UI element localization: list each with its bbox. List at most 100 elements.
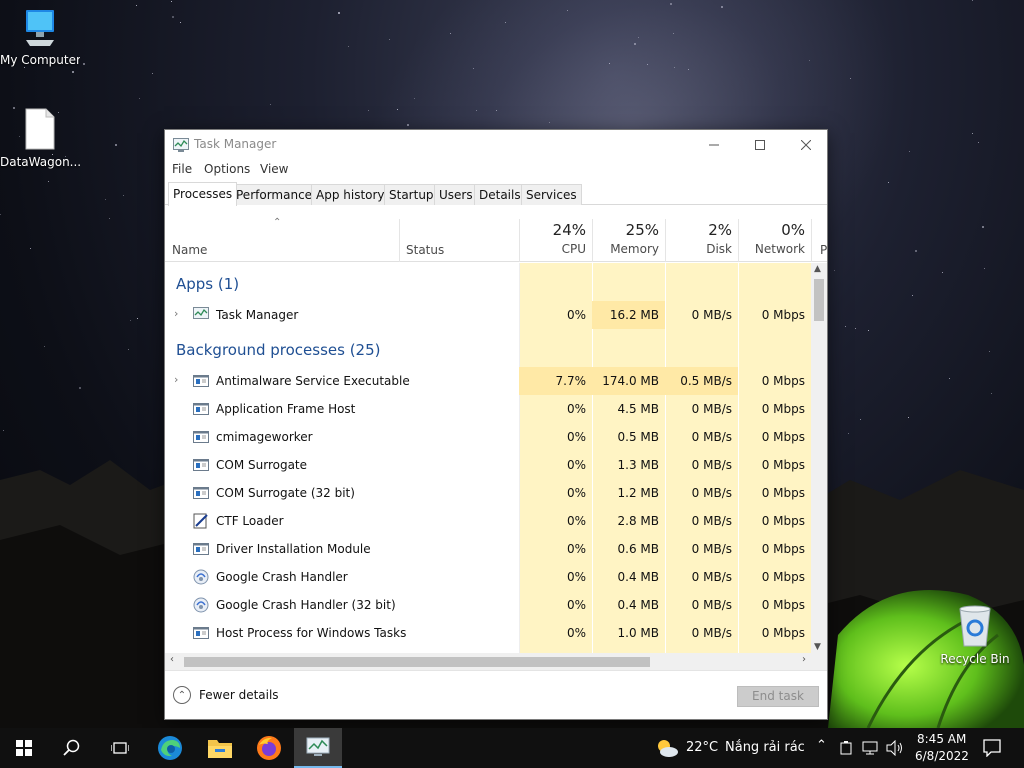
process-row[interactable]: Driver Installation Module 0% 0.6 MB 0 MB/s… xyxy=(165,535,811,563)
task-manager-taskbar-button[interactable] xyxy=(294,728,342,768)
process-row[interactable]: › Task Manager 0% 16.2 MB 0 MB/s 0 Mbps xyxy=(165,301,811,329)
star xyxy=(982,226,984,228)
scroll-left-icon[interactable]: ‹ xyxy=(170,654,174,665)
process-row[interactable]: Google Crash Handler (32 bit) 0% 0.4 MB 0 M… xyxy=(165,591,811,619)
sort-up-icon[interactable]: ⌃ xyxy=(273,217,281,228)
process-cpu: 0% xyxy=(566,626,586,640)
end-task-button[interactable]: End task xyxy=(737,686,819,707)
scroll-up-icon[interactable]: ▲ xyxy=(814,264,821,274)
process-row[interactable]: › Antimalware Service Executable 7.7% 174.0… xyxy=(165,367,811,395)
star xyxy=(348,46,349,47)
tab-details[interactable]: Details xyxy=(474,184,526,205)
desktop-icon-label: Recycle Bin xyxy=(940,652,1010,666)
pen-icon xyxy=(193,513,209,529)
desktop-icon-datawagon[interactable]: DataWagon... xyxy=(0,108,80,169)
close-button[interactable] xyxy=(783,130,829,159)
process-row[interactable]: COM Surrogate (32 bit) 0% 1.2 MB 0 MB/s 0 Mb… xyxy=(165,479,811,507)
column-status-label: Status xyxy=(406,243,445,257)
process-network: 0 Mbps xyxy=(761,374,805,388)
weather-temp[interactable]: 22°C xyxy=(686,740,718,755)
column-disk[interactable]: 2% Disk xyxy=(665,219,738,262)
task-view-button[interactable] xyxy=(96,728,144,768)
edge-button[interactable] xyxy=(146,728,194,768)
vertical-scroll-thumb[interactable] xyxy=(814,279,824,321)
column-name[interactable]: Name xyxy=(172,243,207,257)
process-row[interactable]: Host Process for Windows Tasks 0% 1.0 MB 0 … xyxy=(165,619,811,647)
star xyxy=(888,182,889,183)
menu-file[interactable]: File xyxy=(172,162,192,176)
battery-icon[interactable] xyxy=(840,741,852,755)
star xyxy=(989,351,990,352)
star xyxy=(473,68,474,69)
tab-services[interactable]: Services xyxy=(521,184,582,205)
start-button[interactable] xyxy=(0,728,48,768)
file-explorer-button[interactable] xyxy=(196,728,244,768)
scroll-down-icon[interactable]: ▼ xyxy=(814,642,821,652)
horizontal-scrollbar[interactable]: ‹ › xyxy=(165,653,811,670)
process-name: Task Manager xyxy=(216,308,299,322)
star xyxy=(338,12,340,14)
process-row[interactable]: Google Crash Handler 0% 0.4 MB 0 MB/s 0 Mbps xyxy=(165,563,811,591)
star xyxy=(908,417,909,418)
horizontal-scroll-thumb[interactable] xyxy=(184,657,650,667)
process-name: Antimalware Service Executable xyxy=(216,374,410,388)
edge-icon xyxy=(158,736,182,760)
clock-date[interactable]: 6/8/2022 xyxy=(915,749,969,763)
group-background[interactable]: Background processes (25) xyxy=(176,341,381,359)
recycle-bin-icon xyxy=(959,605,991,647)
chevron-right-icon[interactable]: › xyxy=(174,373,178,386)
column-power-partial[interactable]: P xyxy=(811,219,827,262)
memory-label: Memory xyxy=(610,242,659,256)
volume-icon[interactable] xyxy=(886,740,904,756)
service-icon xyxy=(193,485,209,501)
process-name: CTF Loader xyxy=(216,514,284,528)
process-row[interactable]: Application Frame Host 0% 4.5 MB 0 MB/s 0 Mb… xyxy=(165,395,811,423)
fewer-details-button[interactable]: ⌃ Fewer details xyxy=(173,686,279,704)
title-bar[interactable]: Task Manager xyxy=(165,130,827,159)
group-apps[interactable]: Apps (1) xyxy=(176,275,239,293)
tab-performance[interactable]: Performance xyxy=(231,184,318,205)
column-network[interactable]: 0% Network xyxy=(738,219,811,262)
process-row[interactable]: COM Surrogate 0% 1.3 MB 0 MB/s 0 Mbps xyxy=(165,451,811,479)
star xyxy=(30,248,31,249)
tab-app-history[interactable]: App history xyxy=(311,184,390,205)
column-cpu[interactable]: 24% CPU xyxy=(519,219,592,262)
column-status[interactable]: Status xyxy=(399,219,519,262)
process-network: 0 Mbps xyxy=(761,570,805,584)
search-icon xyxy=(63,739,80,756)
process-row[interactable]: CTF Loader 0% 2.8 MB 0 MB/s 0 Mbps xyxy=(165,507,811,535)
minimize-button[interactable] xyxy=(691,130,737,159)
menu-options[interactable]: Options xyxy=(204,162,250,176)
clock-time[interactable]: 8:45 AM xyxy=(917,732,966,746)
star xyxy=(172,16,174,18)
process-name: Google Crash Handler xyxy=(216,570,348,584)
weather-desc[interactable]: Nắng rải rác xyxy=(725,740,805,755)
tab-processes[interactable]: Processes xyxy=(168,182,238,206)
process-network: 0 Mbps xyxy=(761,542,805,556)
desktop-icon-recycle-bin[interactable]: Recycle Bin xyxy=(935,603,1015,666)
star xyxy=(270,104,271,105)
search-button[interactable] xyxy=(48,728,96,768)
maximize-button[interactable] xyxy=(737,130,783,159)
disk-percent: 2% xyxy=(708,221,732,239)
process-network: 0 Mbps xyxy=(761,514,805,528)
column-memory[interactable]: 25% Memory xyxy=(592,219,665,262)
scroll-right-icon[interactable]: › xyxy=(802,654,806,665)
process-name: Application Frame Host xyxy=(216,402,356,416)
vertical-scrollbar[interactable]: ▲ ▼ xyxy=(811,263,827,653)
process-row[interactable]: cmimageworker 0% 0.5 MB 0 MB/s 0 Mbps xyxy=(165,423,811,451)
task-manager-icon xyxy=(306,737,330,756)
chevron-up-icon: ⌃ xyxy=(173,686,191,704)
chevron-up-icon[interactable]: ⌃ xyxy=(816,738,827,753)
network-icon[interactable] xyxy=(862,741,878,755)
process-memory: 1.2 MB xyxy=(617,486,659,500)
desktop-icon-label: DataWagon... xyxy=(0,155,80,169)
tab-startup[interactable]: Startup xyxy=(384,184,439,205)
menu-view[interactable]: View xyxy=(260,162,288,176)
notification-icon[interactable] xyxy=(983,739,1001,757)
firefox-button[interactable] xyxy=(245,728,293,768)
desktop-icon-my-computer[interactable]: My Computer xyxy=(0,8,80,67)
weather-partly-sunny-icon[interactable] xyxy=(655,738,679,758)
tab-users[interactable]: Users xyxy=(434,184,478,205)
chevron-right-icon[interactable]: › xyxy=(174,307,178,320)
